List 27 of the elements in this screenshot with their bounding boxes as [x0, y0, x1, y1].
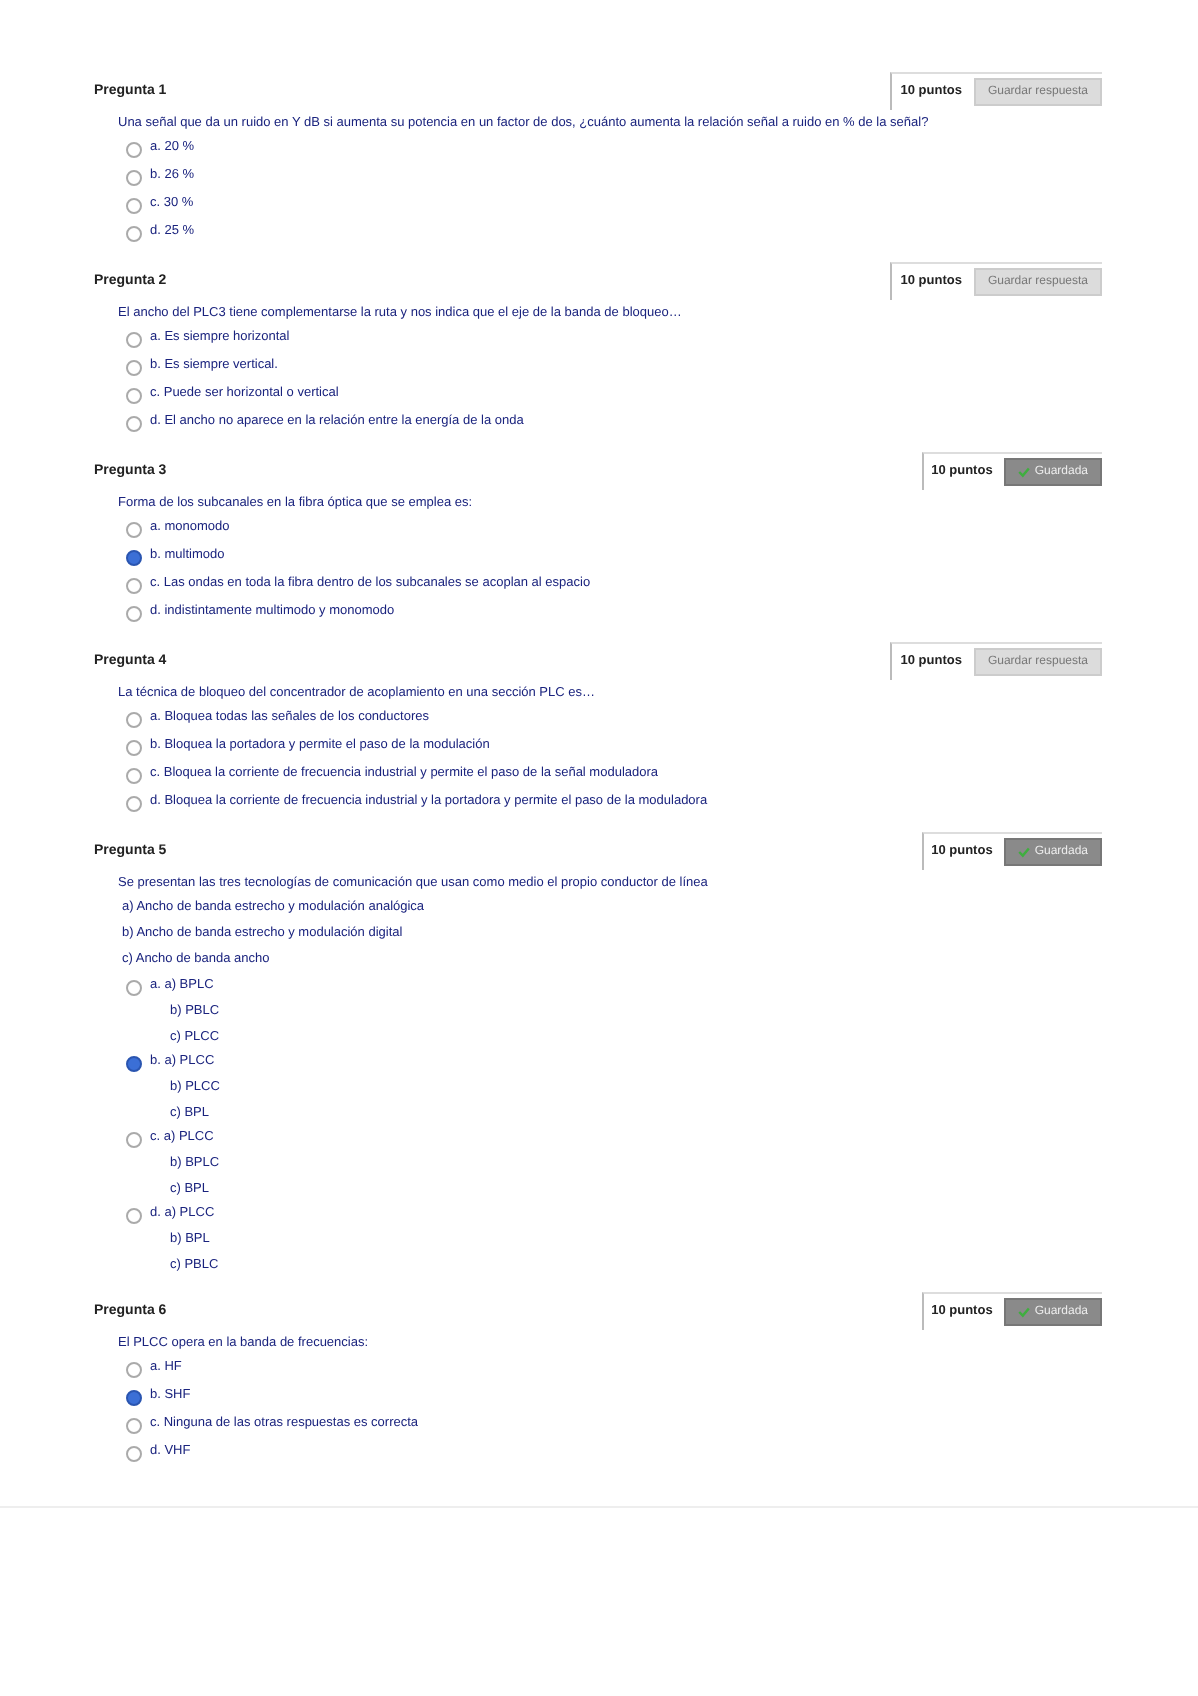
radio-button[interactable]	[126, 388, 142, 404]
radio-button[interactable]	[126, 768, 142, 784]
radio-button[interactable]	[126, 1208, 142, 1224]
check-icon	[1018, 1305, 1031, 1317]
radio-button[interactable]	[126, 740, 142, 756]
radio-button[interactable]	[126, 578, 142, 594]
check-icon	[1018, 845, 1031, 857]
radio-button[interactable]	[126, 170, 142, 186]
radio-button[interactable]	[126, 416, 142, 432]
radio-button[interactable]	[126, 360, 142, 376]
radio-button[interactable]	[126, 1418, 142, 1434]
radio-button[interactable]	[126, 1132, 142, 1148]
radio-button[interactable]	[126, 142, 142, 158]
radio-button[interactable]	[126, 1446, 142, 1462]
radio-button[interactable]	[126, 522, 142, 538]
check-icon	[1018, 465, 1031, 477]
radio-button[interactable]	[126, 980, 142, 996]
radio-button[interactable]	[126, 1362, 142, 1378]
radio-button[interactable]	[126, 606, 142, 622]
radio-button[interactable]	[126, 550, 142, 566]
radio-button[interactable]	[126, 226, 142, 242]
radio-button[interactable]	[126, 1056, 142, 1072]
radio-button[interactable]	[126, 796, 142, 812]
radio-button[interactable]	[126, 332, 142, 348]
radio-button[interactable]	[126, 198, 142, 214]
radio-button[interactable]	[126, 712, 142, 728]
radio-button[interactable]	[126, 1390, 142, 1406]
